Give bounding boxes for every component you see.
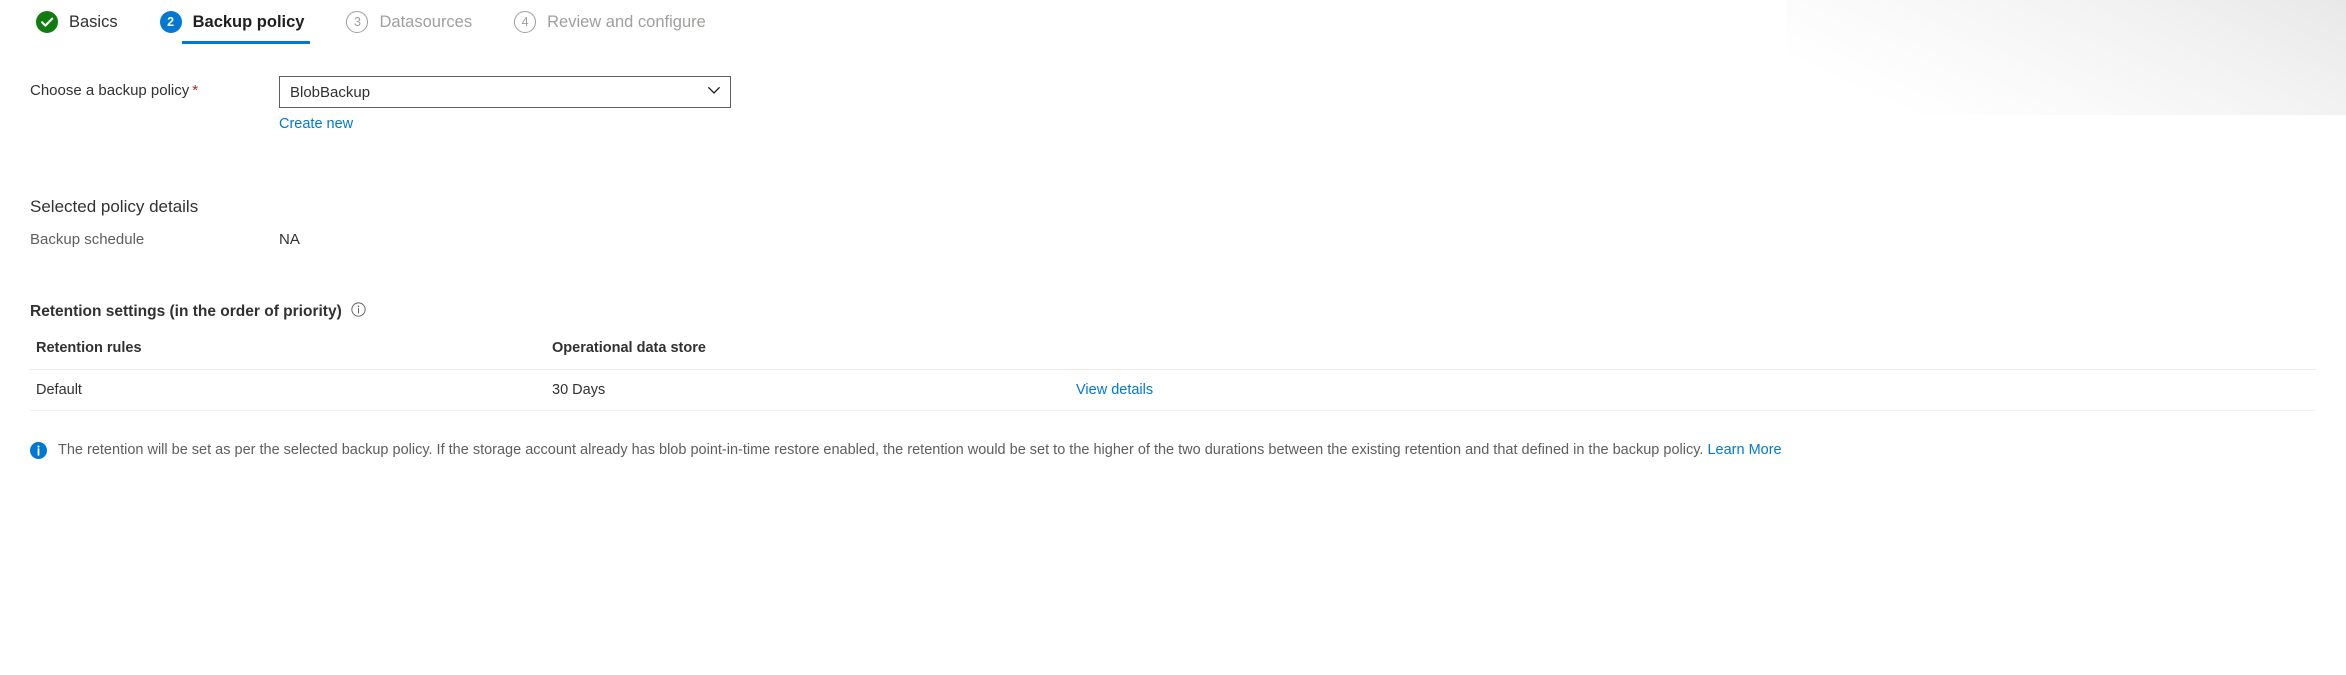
create-new-policy-link[interactable]: Create new bbox=[279, 116, 353, 132]
choose-backup-policy-label: Choose a backup policy * bbox=[30, 76, 279, 99]
tab-basics[interactable]: Basics bbox=[30, 0, 124, 44]
backup-policy-selected-value: BlobBackup bbox=[290, 83, 371, 101]
choose-backup-policy-row: Choose a backup policy * BlobBackup Creat… bbox=[30, 76, 2316, 133]
banner-message: The retention will be set as per the sel… bbox=[58, 442, 1704, 458]
tab-basics-label: Basics bbox=[69, 12, 118, 31]
table-header-row: Retention rules Operational data store bbox=[30, 340, 2316, 370]
info-icon[interactable] bbox=[351, 302, 366, 322]
info-filled-icon bbox=[30, 442, 47, 464]
backup-policy-select[interactable]: BlobBackup bbox=[279, 76, 731, 108]
column-header-retention-rules: Retention rules bbox=[30, 340, 546, 370]
active-tab-underline bbox=[181, 41, 311, 44]
view-details-link[interactable]: View details bbox=[1076, 382, 1153, 398]
retention-settings-header: Retention settings (in the order of prio… bbox=[30, 302, 2316, 322]
retention-settings-title: Retention settings (in the order of prio… bbox=[30, 303, 342, 320]
cell-operational-data-store: 30 Days bbox=[546, 369, 1070, 411]
retention-info-banner: The retention will be set as per the sel… bbox=[30, 441, 2316, 464]
tab-review-and-configure-label: Review and configure bbox=[547, 12, 706, 31]
retention-rules-table: Retention rules Operational data store D… bbox=[30, 340, 2316, 411]
selected-policy-details-title: Selected policy details bbox=[30, 197, 199, 216]
chevron-down-icon[interactable] bbox=[706, 82, 722, 103]
tab-datasources-label: Datasources bbox=[379, 12, 473, 31]
check-circle-icon bbox=[36, 11, 58, 33]
tab-backup-policy[interactable]: 2 Backup policy bbox=[154, 0, 311, 44]
backup-schedule-row: Backup schedule NA bbox=[30, 231, 2316, 248]
table-row: Default 30 Days View details bbox=[30, 369, 2316, 411]
step-number-badge: 3 bbox=[346, 11, 369, 33]
step-number-badge: 2 bbox=[159, 11, 182, 33]
backup-policy-field-column: BlobBackup Create new bbox=[279, 76, 731, 133]
learn-more-link[interactable]: Learn More bbox=[1707, 442, 1781, 458]
required-asterisk: * bbox=[192, 82, 199, 99]
cell-retention-rule: Default bbox=[30, 369, 546, 411]
step-number-badge: 4 bbox=[514, 11, 537, 33]
column-header-operational-data-store: Operational data store bbox=[546, 340, 1070, 370]
backup-policy-page: Basics 2 Backup policy 3 Datasources 4 R… bbox=[0, 0, 2346, 464]
tab-review-and-configure[interactable]: 4 Review and configure bbox=[508, 0, 712, 44]
choose-backup-policy-label-text: Choose a backup policy bbox=[30, 82, 190, 99]
column-header-actions bbox=[1070, 340, 2316, 370]
backup-schedule-label: Backup schedule bbox=[30, 231, 145, 248]
tab-datasources[interactable]: 3 Datasources bbox=[340, 0, 478, 44]
wizard-tab-strip: Basics 2 Backup policy 3 Datasources 4 R… bbox=[30, 0, 2316, 62]
cell-actions: View details bbox=[1070, 369, 2316, 411]
backup-schedule-value: NA bbox=[279, 231, 300, 248]
retention-info-banner-text: The retention will be set as per the sel… bbox=[58, 441, 1782, 461]
tab-backup-policy-label: Backup policy bbox=[192, 12, 305, 31]
